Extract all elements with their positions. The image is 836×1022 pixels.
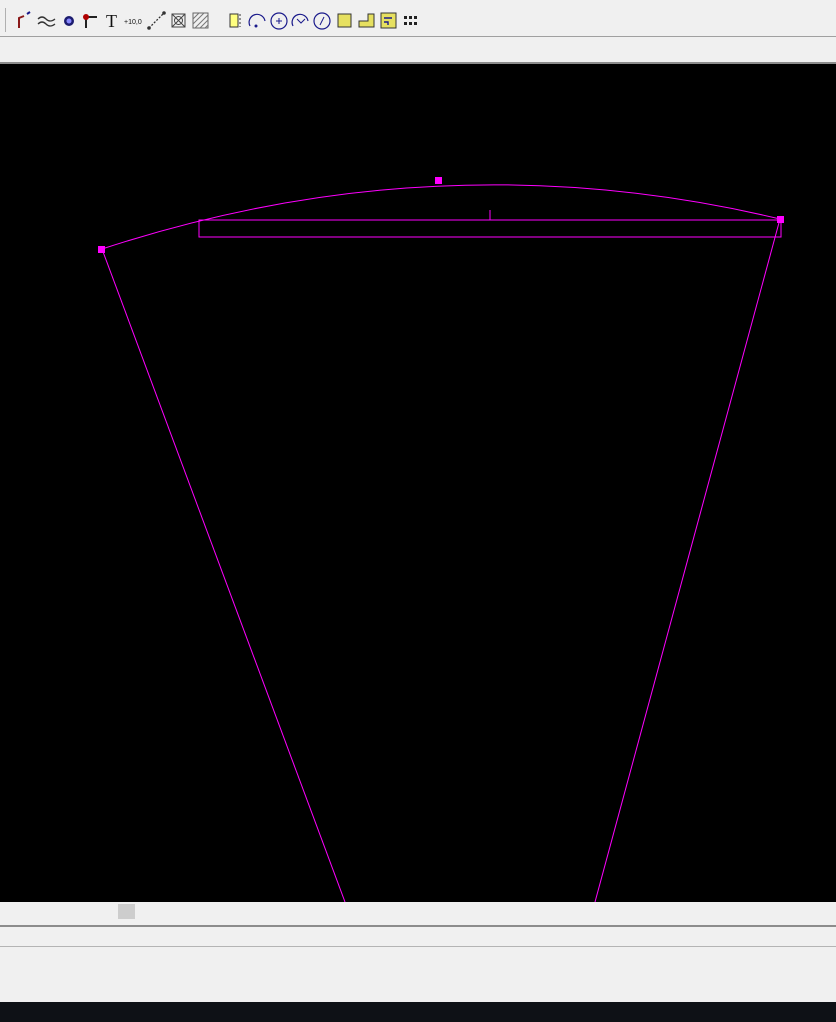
point-icon[interactable] (58, 9, 79, 31)
grip-right[interactable] (777, 216, 784, 223)
block-icon[interactable] (226, 9, 247, 31)
circle-icon[interactable] (311, 9, 332, 31)
drawing-canvas[interactable] (0, 64, 836, 902)
coordinate-tool-glyph: +10,0 (124, 19, 142, 26)
os-taskbar (0, 1002, 836, 1022)
horizontal-scrollbar[interactable] (0, 902, 836, 921)
draw-toolbar: T +10,0 (0, 0, 836, 37)
top-arc[interactable] (101, 184, 781, 250)
status-area (0, 922, 836, 1002)
fill-pattern-icon[interactable] (378, 9, 399, 31)
scrollbar-thumb[interactable] (118, 904, 135, 919)
fill-region-icon[interactable] (334, 9, 355, 31)
arc-3point-icon[interactable] (247, 9, 268, 31)
right-radial-line[interactable] (594, 218, 781, 902)
hatch-cross-icon[interactable] (168, 9, 189, 31)
text-icon[interactable]: T (102, 9, 123, 31)
property-bar (0, 37, 836, 64)
spline-icon[interactable] (36, 9, 57, 31)
grip-top[interactable] (435, 177, 442, 184)
measure-line-icon[interactable] (146, 9, 167, 31)
status-divider-lower (0, 946, 836, 947)
fill-corner-icon[interactable] (356, 9, 377, 31)
coordinate-icon[interactable]: +10,0 (124, 9, 145, 31)
array-icon[interactable] (400, 9, 421, 31)
chord-rectangle[interactable] (198, 219, 782, 238)
left-radial-line[interactable] (101, 248, 346, 902)
cad-application: T +10,0 (0, 0, 836, 1022)
grip-left[interactable] (98, 246, 105, 253)
status-divider (0, 925, 836, 927)
polyline-icon[interactable] (14, 9, 35, 31)
arc-center-icon[interactable] (268, 9, 289, 31)
leader-icon[interactable] (80, 9, 101, 31)
text-tool-glyph: T (106, 11, 117, 31)
toolbar-grip[interactable] (0, 8, 6, 32)
arc-tangent-icon[interactable] (290, 9, 311, 31)
hatch-diagonal-icon[interactable] (190, 9, 211, 31)
